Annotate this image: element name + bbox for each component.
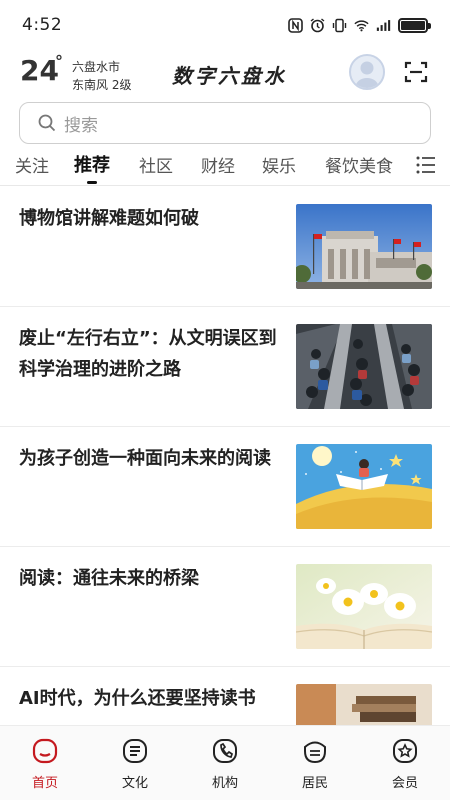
- tab-follow[interactable]: 关注: [15, 152, 49, 177]
- nav-resident[interactable]: 居民: [285, 738, 345, 791]
- tab-food[interactable]: 餐饮美食: [325, 152, 393, 177]
- nav-label: 机构: [211, 776, 238, 791]
- search-bar[interactable]: 搜索: [19, 102, 431, 144]
- nav-home[interactable]: 首页: [15, 738, 75, 791]
- nav-member[interactable]: 会员: [375, 738, 435, 791]
- bottom-nav: 首页 文化 机构 居民 会员: [0, 725, 450, 800]
- header: 24 ° 六盘水市 东南风 2级 数字六盘水: [0, 50, 450, 98]
- user-icon: [355, 61, 379, 88]
- member-icon: [393, 739, 417, 763]
- news-item[interactable]: 为孩子创造一种面向未来的阅读: [0, 427, 450, 547]
- news-thumbnail[interactable]: [296, 444, 432, 529]
- weather-wind: 东南风 2级: [72, 78, 132, 92]
- news-title[interactable]: 阅读：通往未来的桥梁: [19, 563, 281, 594]
- news-item[interactable]: 阅读：通往未来的桥梁: [0, 547, 450, 667]
- news-item[interactable]: 博物馆讲解难题如何破: [0, 187, 450, 307]
- news-thumbnail[interactable]: [296, 324, 432, 409]
- nav-label: 文化: [121, 776, 148, 791]
- news-thumbnail[interactable]: [296, 204, 432, 289]
- tab-entertainment[interactable]: 娱乐: [262, 152, 296, 177]
- battery-level: [401, 20, 425, 30]
- weather-city: 六盘水市: [72, 60, 121, 74]
- tab-recommend[interactable]: 推荐: [74, 151, 110, 177]
- signal-icon: [376, 18, 391, 33]
- avatar[interactable]: [349, 54, 385, 90]
- nav-culture[interactable]: 文化: [105, 738, 165, 791]
- brand-logo: 数字六盘水: [172, 64, 287, 88]
- institution-icon: [213, 739, 237, 763]
- culture-icon: [123, 739, 147, 763]
- news-title[interactable]: 博物馆讲解难题如何破: [19, 203, 281, 234]
- escalator-crowd-image: [296, 324, 432, 409]
- status-bar: 4:52: [0, 0, 450, 50]
- tab-menu-icon[interactable]: [416, 156, 436, 174]
- tab-finance[interactable]: 财经: [201, 152, 235, 177]
- wifi-icon: [354, 18, 369, 33]
- category-tabs: 关注 推荐 社区 财经 娱乐 餐饮美食: [0, 146, 450, 186]
- nav-label: 会员: [391, 776, 418, 791]
- news-title[interactable]: 为孩子创造一种面向未来的阅读: [19, 443, 281, 474]
- weather-degree-symbol: °: [55, 52, 63, 71]
- nav-institution[interactable]: 机构: [195, 738, 255, 791]
- search-placeholder: 搜索: [64, 115, 98, 136]
- tab-community[interactable]: 社区: [139, 152, 173, 177]
- weather-temperature[interactable]: 24: [20, 54, 59, 87]
- alarm-icon: [310, 17, 325, 33]
- open-book-daisies-image: [296, 564, 432, 649]
- active-tab-indicator: [87, 181, 97, 184]
- search-icon: [38, 114, 56, 132]
- news-title[interactable]: 废止“左行右立”：从文明误区到科学治理的进阶之路: [19, 323, 281, 385]
- home-icon: [32, 738, 58, 764]
- resident-icon: [304, 741, 326, 764]
- nav-label: 首页: [31, 776, 58, 791]
- news-title[interactable]: AI时代，为什么还要坚持读书: [19, 683, 281, 714]
- vibrate-icon: [332, 18, 347, 33]
- news-item[interactable]: 废止“左行右立”：从文明误区到科学治理的进阶之路: [0, 307, 450, 427]
- nfc-icon: [288, 17, 303, 33]
- child-reading-on-moon-illustration: [296, 444, 432, 529]
- news-thumbnail[interactable]: [296, 564, 432, 649]
- status-icons: [288, 17, 431, 33]
- museum-building-image: [296, 204, 432, 289]
- nav-label: 居民: [301, 776, 328, 791]
- scan-icon[interactable]: [404, 60, 428, 84]
- battery-icon: [398, 17, 431, 33]
- status-time: 4:52: [22, 15, 63, 35]
